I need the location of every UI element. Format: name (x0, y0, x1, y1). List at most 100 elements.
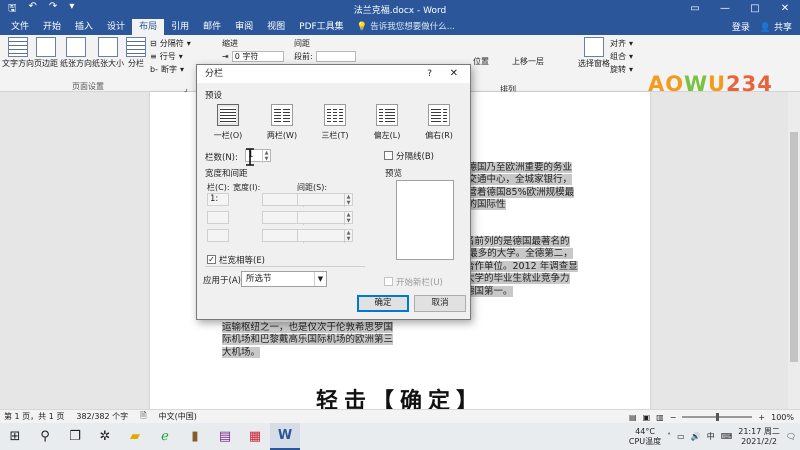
dialog-close-button[interactable]: ✕ (450, 65, 458, 83)
cancel-button[interactable]: 取消 (414, 295, 466, 312)
tell-me-box[interactable]: 💡 告诉我您想要做什么... (357, 19, 455, 35)
tab-file[interactable]: 文件 (4, 19, 36, 35)
tab-pdf-tools[interactable]: PDF工具集 (292, 19, 351, 35)
input-mode-icon[interactable]: ⌨ (721, 432, 733, 441)
columns-button[interactable]: 分栏 (126, 37, 146, 69)
hyphenation-button[interactable]: b- 断字 ▾ (150, 64, 184, 75)
maximize-button[interactable]: □ (740, 0, 770, 18)
notification-icon[interactable]: 🗨 (786, 432, 796, 441)
print-layout-icon[interactable]: ▣ (643, 413, 651, 422)
two-column-icon (271, 104, 293, 126)
spacing-before-label: 段前: (294, 52, 313, 61)
preset-two[interactable]: 两栏(W) (262, 104, 302, 141)
folder-icon[interactable]: ▰ (120, 423, 150, 450)
winrar-icon[interactable]: ▤ (210, 423, 240, 450)
ribbon-display-icon[interactable]: ▭ (680, 0, 710, 18)
indent-left-input[interactable]: 0 字符 (231, 51, 284, 62)
column-number-1: 1: (207, 193, 229, 206)
preset-one[interactable]: 一栏(O) (208, 104, 248, 141)
preset-right[interactable]: 偏右(R) (419, 104, 459, 141)
save-icon[interactable]: 🖫 (8, 1, 17, 18)
clock[interactable]: 21:17 周二 2021/2/2 (738, 427, 780, 447)
zoom-slider[interactable] (682, 413, 753, 421)
help-button[interactable]: ? (427, 65, 432, 83)
zoom-out-icon[interactable]: − (670, 413, 677, 422)
tab-mailings[interactable]: 邮件 (196, 19, 228, 35)
line-between-checkbox[interactable] (384, 151, 393, 160)
proofing-icon[interactable]: 🗎 (140, 410, 146, 424)
breaks-button[interactable]: ⊟ 分隔符 ▾ (150, 38, 191, 49)
left-column-paragraph[interactable]: 运输枢纽之一，也是仅次于伦敦希思罗国际机场和巴黎戴高乐国际机场的欧洲第三大机场。 (222, 322, 397, 359)
line-numbers-button[interactable]: ≡ 行号 ▾ (150, 51, 183, 62)
task-view-icon[interactable]: ❐ (60, 423, 90, 450)
tab-view[interactable]: 视图 (260, 19, 292, 35)
pinwheel-app-icon[interactable]: ✲ (90, 423, 120, 450)
equal-width-checkbox[interactable]: ✓ (207, 255, 216, 264)
chevron-up-icon[interactable]: ˄ (667, 432, 671, 441)
language[interactable]: 中文(中国) (159, 411, 197, 422)
preset-left[interactable]: 偏左(L) (367, 104, 407, 141)
ribbon-tabs: 文件 开始 插入 设计 布局 引用 邮件 审阅 视图 PDF工具集 💡 告诉我您… (0, 18, 800, 35)
app-icon-1[interactable]: ▮ (180, 423, 210, 450)
browser-icon[interactable]: ℯ (150, 423, 180, 450)
ok-button[interactable]: 确定 (357, 295, 409, 312)
read-mode-icon[interactable]: ▤ (629, 413, 637, 422)
close-button[interactable]: ✕ (770, 0, 800, 18)
tab-insert[interactable]: 插入 (68, 19, 100, 35)
indent-left-row: ⇥ 0 字符 (222, 51, 284, 62)
margins-icon (36, 37, 56, 57)
size-button[interactable]: 纸张大小 (92, 37, 124, 69)
align-button[interactable]: 对齐 ▾ (610, 38, 633, 49)
presets-label: 预设 (205, 91, 223, 101)
redo-icon[interactable]: ↷ (49, 1, 57, 18)
new-column-label: 开始新栏(U) (396, 278, 443, 288)
word-count[interactable]: 382/382 个字 (76, 411, 128, 422)
undo-icon[interactable]: ↶ (29, 1, 37, 18)
share-button[interactable]: 👤 共享 (760, 20, 792, 33)
word-icon[interactable]: W (270, 423, 300, 450)
volume-icon[interactable]: 🔊 (691, 432, 701, 441)
taskbar: ⊞ ⚲ ❐ ✲ ▰ ℯ ▮ ▤ ▦ W 44°C CPU温度 ˄ ▭ 🔊 中 ⌨ … (0, 423, 800, 450)
cpu-temp[interactable]: 44°C CPU温度 (629, 427, 661, 447)
num-columns-spinner[interactable]: ▲ ▼ (262, 150, 270, 163)
tab-review[interactable]: 审阅 (228, 19, 260, 35)
spacing-before-input[interactable] (315, 51, 356, 62)
bring-forward-label[interactable]: 上移一层 (512, 56, 544, 67)
tab-layout[interactable]: 布局 (132, 19, 165, 35)
vertical-scrollbar[interactable] (788, 92, 800, 409)
windows-start-icon[interactable]: ⊞ (0, 423, 30, 450)
customize-icon[interactable]: ▾ (69, 1, 74, 18)
lightbulb-icon: 💡 (356, 22, 368, 32)
selection-pane-icon (584, 37, 604, 57)
app-icon-2[interactable]: ▦ (240, 423, 270, 450)
orientation-button[interactable]: 纸张方向 (60, 37, 92, 69)
network-icon[interactable]: ▭ (677, 432, 685, 441)
apply-to-select[interactable]: 所选节 ▼ (241, 271, 327, 287)
spacing-spinner-3: ▲ ▼ (344, 230, 352, 243)
login-link[interactable]: 登录 (732, 20, 750, 33)
zoom-level[interactable]: 100% (771, 413, 794, 422)
tab-references[interactable]: 引用 (164, 19, 196, 35)
position-label[interactable]: 位置 (473, 56, 489, 67)
preset-one-label: 一栏(O) (213, 131, 243, 140)
margins-button[interactable]: 页边距 (34, 37, 58, 69)
web-layout-icon[interactable]: ▥ (656, 413, 664, 422)
selection-pane-button[interactable]: 选择窗格 (578, 37, 610, 69)
right-column-paragraph-1[interactable]: 是德国乃至欧洲重要的务业和交通中心，全城家银行，经营着德国85%欧洲规模最大的国… (458, 162, 575, 212)
scrollbar-thumb[interactable] (790, 132, 798, 362)
columns-icon (126, 37, 146, 57)
tab-home[interactable]: 开始 (36, 19, 68, 35)
tab-design[interactable]: 设计 (100, 19, 132, 35)
ime-indicator[interactable]: 中 (707, 431, 715, 442)
rotate-label: 旋转 (610, 65, 626, 74)
rotate-button[interactable]: 旋转 ▾ (610, 64, 633, 75)
apply-to-label: 应用于(A): (203, 276, 244, 286)
page-count[interactable]: 第 1 页，共 1 页 (4, 411, 64, 422)
clock-time: 21:17 周二 (738, 426, 780, 436)
zoom-in-icon[interactable]: + (758, 413, 765, 422)
preset-three[interactable]: 三栏(T) (315, 104, 355, 141)
text-direction-button[interactable]: 文字方向 (2, 37, 34, 69)
group-button[interactable]: 组合 ▾ (610, 51, 633, 62)
minimize-button[interactable]: — (710, 0, 740, 18)
search-icon[interactable]: ⚲ (30, 423, 60, 450)
